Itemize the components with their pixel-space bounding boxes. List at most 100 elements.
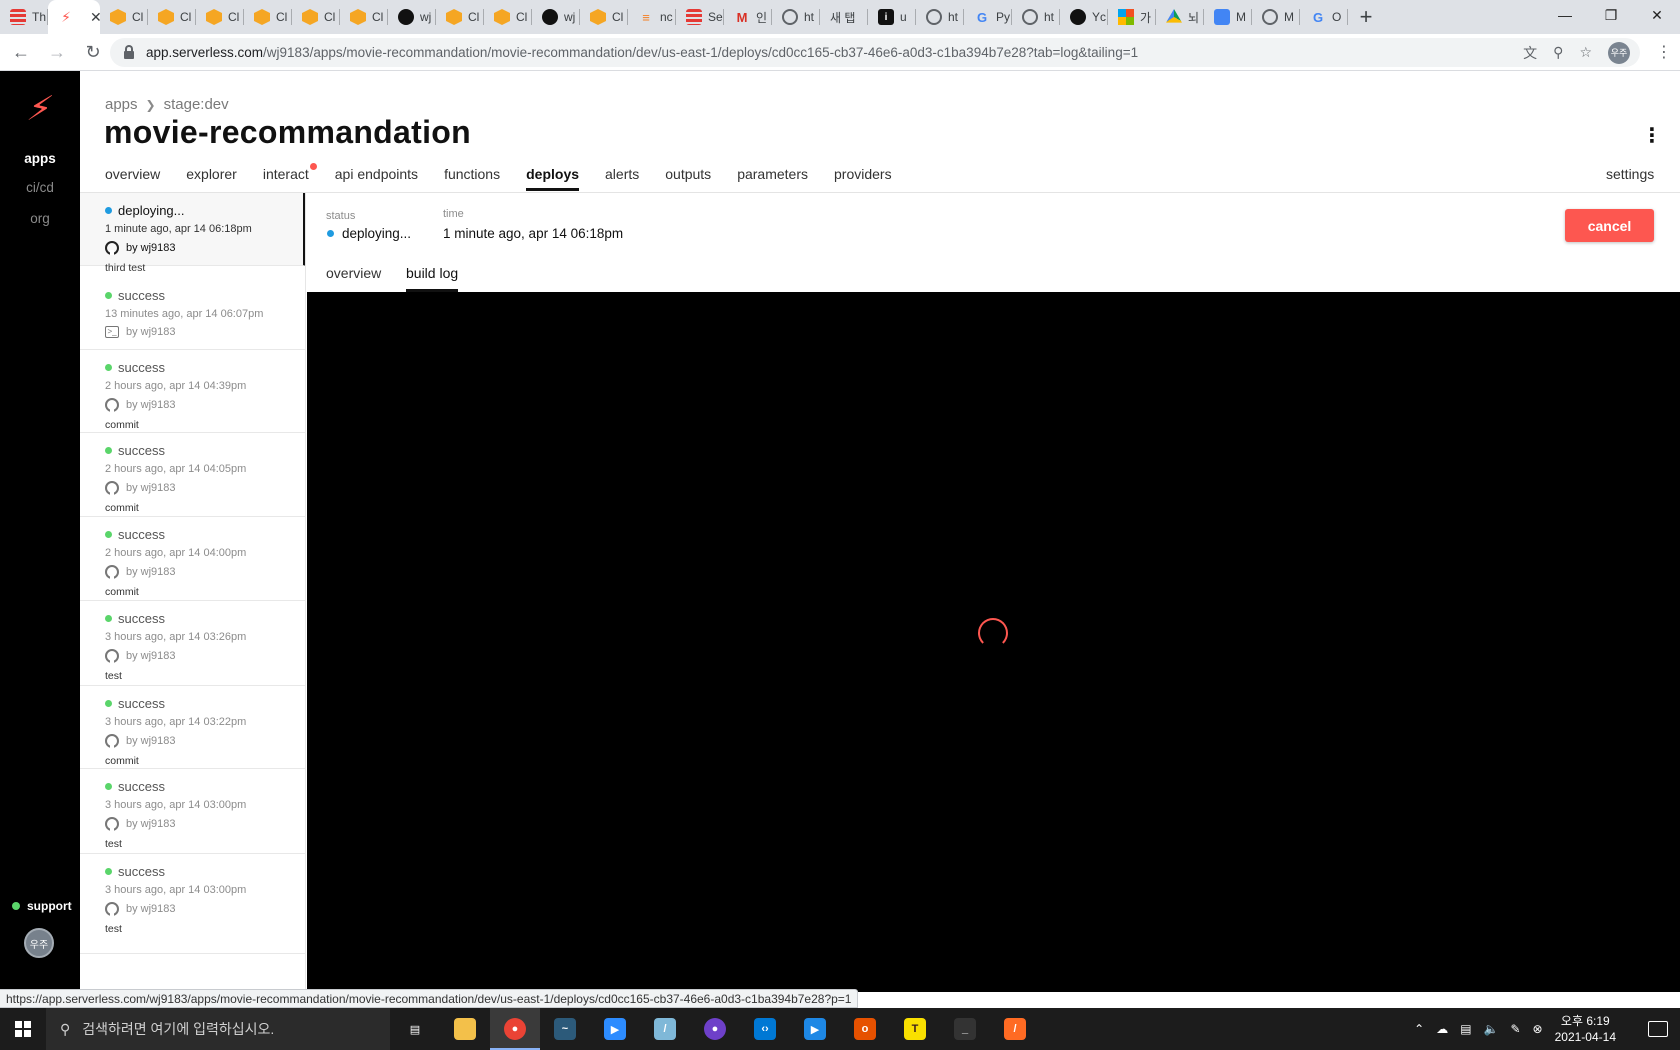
browser-tab[interactable]: Cl <box>100 0 148 34</box>
sidebar-item-cicd[interactable]: ci/cd <box>0 180 80 195</box>
deploy-list-item[interactable]: deploying... 1 minute ago, apr 14 06:18pm… <box>80 193 305 274</box>
forward-icon[interactable]: → <box>42 37 72 67</box>
taskbar-chrome[interactable]: ● <box>490 1008 540 1050</box>
tab-providers[interactable]: providers <box>834 166 892 192</box>
notifications-icon[interactable] <box>1648 1021 1668 1037</box>
browser-tab[interactable]: 새 탭 <box>820 0 868 34</box>
deploy-list-item[interactable]: success 3 hours ago, apr 14 03:00pm by wj9… <box>80 854 305 954</box>
browser-tab[interactable]: Cl <box>292 0 340 34</box>
support-link[interactable]: support <box>12 899 72 913</box>
taskbar-file-explorer[interactable] <box>440 1008 490 1050</box>
browser-tab[interactable]: M <box>1204 0 1252 34</box>
minimize-icon[interactable]: — <box>1542 0 1588 30</box>
zoom-icon[interactable]: ⚲ <box>1553 44 1563 61</box>
deploy-list-item[interactable]: success 2 hours ago, apr 14 04:05pm by wj9… <box>80 433 305 517</box>
clock[interactable]: 오후 6:19 2021-04-14 <box>1555 1013 1616 1045</box>
browser-tab[interactable]: G Py <box>964 0 1012 34</box>
browser-tab[interactable]: ht <box>916 0 964 34</box>
taskbar-github-desktop[interactable]: ● <box>690 1008 740 1050</box>
taskbar-task-view[interactable]: ▤ <box>390 1008 440 1050</box>
tab-outputs[interactable]: outputs <box>665 166 711 192</box>
taskbar-notepad[interactable]: / <box>640 1008 690 1050</box>
tab-functions[interactable]: functions <box>444 166 500 192</box>
reload-icon[interactable]: ↻ <box>78 37 108 67</box>
cancel-deploy-button[interactable]: cancel <box>1565 209 1654 242</box>
browser-tab[interactable]: 가 <box>1108 0 1156 34</box>
browser-tab[interactable]: wj <box>532 0 580 34</box>
address-bar[interactable]: app.serverless.com/wj9183/apps/movie-rec… <box>110 38 1640 67</box>
pen-icon[interactable]: ✎ <box>1510 1022 1520 1036</box>
breadcrumb-apps[interactable]: apps <box>105 96 138 113</box>
tab-alerts[interactable]: alerts <box>605 166 639 192</box>
browser-tab[interactable]: Yc <box>1060 0 1108 34</box>
taskbar-kakaotalk[interactable]: T <box>890 1008 940 1050</box>
browser-tab[interactable]: GO <box>1300 0 1348 34</box>
close-window-icon[interactable]: ✕ <box>1634 0 1680 30</box>
network-icon[interactable]: ▤ <box>1460 1022 1471 1036</box>
taskbar-zoom[interactable]: ▶ <box>590 1008 640 1050</box>
browser-tab[interactable]: iu <box>868 0 916 34</box>
profile-avatar[interactable]: 우주 <box>1608 41 1630 64</box>
drive-icon <box>1166 9 1182 23</box>
browser-tab-label: ht <box>804 10 815 24</box>
browser-tab[interactable]: M <box>1252 0 1300 34</box>
browser-tab[interactable]: ht <box>1012 0 1060 34</box>
back-icon[interactable]: ← <box>6 37 36 67</box>
tab-deploys[interactable]: deploys <box>526 166 579 192</box>
browser-tab[interactable]: Cl <box>196 0 244 34</box>
browser-tab[interactable]: ≡ nc <box>628 0 676 34</box>
chevron-up-icon[interactable]: ⌃ <box>1414 1022 1424 1036</box>
tab-explorer[interactable]: explorer <box>186 166 237 192</box>
browser-tab[interactable]: wj <box>388 0 436 34</box>
browser-tab[interactable]: Cl <box>340 0 388 34</box>
taskbar-mysql-workbench[interactable]: ~ <box>540 1008 590 1050</box>
browser-tab[interactable]: Cl <box>244 0 292 34</box>
start-button[interactable] <box>0 1008 46 1050</box>
tab-interact[interactable]: interact <box>263 163 317 192</box>
taskbar-media-player[interactable]: ▶ <box>790 1008 840 1050</box>
sidebar-item-apps[interactable]: apps <box>0 151 80 166</box>
onedrive-icon[interactable]: ☁ <box>1436 1022 1448 1036</box>
serverless-logo-icon[interactable]: ⚡ <box>18 90 62 128</box>
deploy-list-item[interactable]: success 13 minutes ago, apr 14 06:07pm >_ b… <box>80 278 305 350</box>
browser-tab[interactable]: Cl <box>484 0 532 34</box>
tab-parameters[interactable]: parameters <box>737 166 808 192</box>
restore-icon[interactable]: ❐ <box>1588 0 1634 30</box>
deploy-list-item[interactable]: success 3 hours ago, apr 14 03:26pm by wj9… <box>80 601 305 686</box>
taskbar-office[interactable]: o <box>840 1008 890 1050</box>
deploy-list-item[interactable]: success 2 hours ago, apr 14 04:39pm by wj9… <box>80 350 305 433</box>
taskbar-terminal[interactable]: _ <box>940 1008 990 1050</box>
browser-tab[interactable]: ⚡ ✕ <box>48 0 100 34</box>
taskbar-vscode[interactable]: ‹› <box>740 1008 790 1050</box>
browser-tab[interactable]: Se <box>676 0 724 34</box>
volume-icon[interactable]: 🔈 <box>1484 1022 1499 1036</box>
close-circle-icon[interactable]: ⊗ <box>1533 1022 1543 1036</box>
new-tab-button[interactable]: + <box>1348 0 1384 34</box>
chrome-menu-icon[interactable]: ⋮ <box>1656 42 1672 62</box>
subtab-build-log[interactable]: build log <box>406 265 459 292</box>
browser-tab[interactable]: M인 <box>724 0 772 34</box>
user-avatar[interactable]: 우주 <box>24 928 54 958</box>
subtab-overview[interactable]: overview <box>326 265 381 287</box>
close-tab-icon[interactable]: ✕ <box>90 9 100 26</box>
tab-api-endpoints[interactable]: api endpoints <box>335 166 418 192</box>
deploy-list-item[interactable]: success 2 hours ago, apr 14 04:00pm by wj9… <box>80 517 305 601</box>
deploy-list-item[interactable]: success 3 hours ago, apr 14 03:00pm by wj9… <box>80 769 305 854</box>
browser-tab[interactable]: ht <box>772 0 820 34</box>
build-log-panel[interactable] <box>307 292 1680 992</box>
translate-icon[interactable]: 文 <box>1523 43 1537 63</box>
breadcrumb-stage[interactable]: stage:dev <box>164 96 229 113</box>
browser-tab[interactable]: Cl <box>580 0 628 34</box>
tab-settings[interactable]: settings <box>1606 166 1654 182</box>
tab-overview[interactable]: overview <box>105 166 160 192</box>
taskbar-sublime[interactable]: / <box>990 1008 1040 1050</box>
more-options-icon[interactable]: ⋮ <box>1642 126 1662 146</box>
deploy-list-item[interactable]: success 3 hours ago, apr 14 03:22pm by wj9… <box>80 686 305 769</box>
browser-tab[interactable]: Th <box>0 0 48 34</box>
browser-tab[interactable]: 뇌 <box>1156 0 1204 34</box>
sidebar-item-org[interactable]: org <box>0 211 80 226</box>
taskbar-search[interactable]: ⚲ 검색하려면 여기에 입력하십시오. <box>46 1008 390 1050</box>
browser-tab[interactable]: Cl <box>436 0 484 34</box>
bookmark-star-icon[interactable]: ☆ <box>1579 44 1592 61</box>
browser-tab[interactable]: Cl <box>148 0 196 34</box>
